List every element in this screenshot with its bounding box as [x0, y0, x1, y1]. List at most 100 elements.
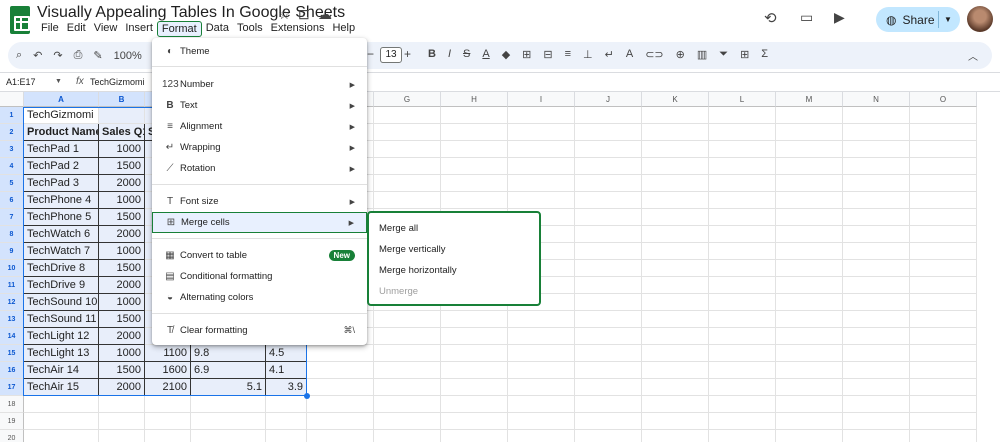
row-header-1[interactable]: 1	[0, 107, 24, 124]
cell[interactable]: 1000	[99, 345, 145, 362]
cell[interactable]	[642, 430, 709, 442]
meet-icon[interactable]: ▶	[834, 9, 845, 26]
cell[interactable]	[910, 430, 977, 442]
cell[interactable]	[843, 430, 910, 442]
merge-all-option[interactable]: Merge all	[379, 220, 418, 238]
cell[interactable]: 4.5	[266, 345, 307, 362]
row-header-18[interactable]: 18	[0, 396, 24, 413]
undo-icon[interactable]: ↶	[33, 49, 42, 62]
cell[interactable]	[575, 362, 642, 379]
cell[interactable]: TechGizmomi	[24, 107, 99, 124]
menu-item-merge-cells[interactable]: ⊞ Merge cells ▶	[152, 212, 367, 233]
cell[interactable]	[843, 175, 910, 192]
cell[interactable]	[910, 328, 977, 345]
merge-icon[interactable]: ⊟	[543, 48, 552, 61]
name-box[interactable]: A1:E17	[6, 77, 36, 87]
cell[interactable]	[99, 413, 145, 430]
cell[interactable]	[575, 311, 642, 328]
cell[interactable]	[307, 396, 374, 413]
cell[interactable]	[776, 277, 843, 294]
cell[interactable]	[307, 413, 374, 430]
cell[interactable]	[575, 260, 642, 277]
cell[interactable]	[374, 345, 441, 362]
cell[interactable]	[709, 158, 776, 175]
borders-icon[interactable]: ⊞	[522, 48, 531, 61]
cell[interactable]	[441, 107, 508, 124]
column-header-m[interactable]: M	[776, 92, 843, 107]
cell[interactable]: TechPad 2	[24, 158, 99, 175]
cell[interactable]: TechPhone 4	[24, 192, 99, 209]
cell[interactable]	[910, 107, 977, 124]
cell[interactable]	[776, 124, 843, 141]
cell[interactable]: Product Name	[24, 124, 99, 141]
cell[interactable]: TechAir 14	[24, 362, 99, 379]
row-header-3[interactable]: 3	[0, 141, 24, 158]
cell[interactable]	[910, 260, 977, 277]
cell[interactable]	[910, 243, 977, 260]
cell[interactable]	[709, 192, 776, 209]
column-header-o[interactable]: O	[910, 92, 977, 107]
cell[interactable]	[843, 124, 910, 141]
row-header-13[interactable]: 13	[0, 311, 24, 328]
row-header-2[interactable]: 2	[0, 124, 24, 141]
cell[interactable]	[374, 379, 441, 396]
filter-icon[interactable]: ⏷	[719, 48, 728, 61]
cell[interactable]	[709, 175, 776, 192]
cell[interactable]	[575, 294, 642, 311]
cell[interactable]	[374, 192, 441, 209]
text-color-icon[interactable]: A	[482, 48, 489, 61]
cell[interactable]	[508, 124, 575, 141]
cell[interactable]	[642, 362, 709, 379]
column-header-b[interactable]: B	[99, 92, 145, 107]
chart-icon[interactable]: ▥	[697, 48, 707, 61]
collapse-toolbar-icon[interactable]: ︿	[968, 48, 978, 63]
cell[interactable]	[642, 175, 709, 192]
menu-insert[interactable]: Insert	[121, 21, 157, 37]
menu-format[interactable]: Format	[156, 21, 202, 37]
align-icon[interactable]: ≡	[565, 48, 571, 61]
row-header-14[interactable]: 14	[0, 328, 24, 345]
cell[interactable]: 1500	[99, 158, 145, 175]
cell[interactable]	[709, 260, 776, 277]
cell[interactable]	[575, 430, 642, 442]
cell[interactable]	[843, 192, 910, 209]
name-box-dropdown-icon[interactable]: ▼	[55, 78, 62, 85]
row-header-7[interactable]: 7	[0, 209, 24, 226]
cell[interactable]	[709, 209, 776, 226]
cell[interactable]	[575, 124, 642, 141]
print-icon[interactable]: ⎙	[74, 49, 83, 62]
cell[interactable]	[575, 328, 642, 345]
cell[interactable]	[266, 430, 307, 442]
cell[interactable]	[776, 396, 843, 413]
valign-icon[interactable]: ⊥	[583, 48, 593, 61]
cell[interactable]	[910, 124, 977, 141]
zoom-select[interactable]: 100%	[114, 50, 142, 62]
cell[interactable]	[575, 158, 642, 175]
cell[interactable]	[191, 396, 266, 413]
cell[interactable]	[575, 345, 642, 362]
cell[interactable]	[910, 362, 977, 379]
cell[interactable]	[508, 430, 575, 442]
cell[interactable]	[910, 175, 977, 192]
cell[interactable]	[709, 430, 776, 442]
cell[interactable]	[843, 141, 910, 158]
menu-view[interactable]: View	[90, 21, 122, 37]
cell[interactable]: 1000	[99, 141, 145, 158]
cell[interactable]	[776, 260, 843, 277]
cell[interactable]	[910, 209, 977, 226]
cell[interactable]	[575, 277, 642, 294]
column-header-a[interactable]: A	[24, 92, 99, 107]
cell[interactable]	[910, 192, 977, 209]
cell[interactable]	[709, 328, 776, 345]
cell[interactable]	[374, 158, 441, 175]
cell[interactable]	[642, 260, 709, 277]
cell[interactable]	[910, 345, 977, 362]
select-all-corner[interactable]	[0, 92, 24, 107]
cell[interactable]	[709, 277, 776, 294]
cell[interactable]	[843, 396, 910, 413]
comment-icon[interactable]: ▭	[800, 9, 813, 26]
cell[interactable]	[642, 328, 709, 345]
cell[interactable]	[843, 345, 910, 362]
cell[interactable]	[776, 294, 843, 311]
row-header-19[interactable]: 19	[0, 413, 24, 430]
